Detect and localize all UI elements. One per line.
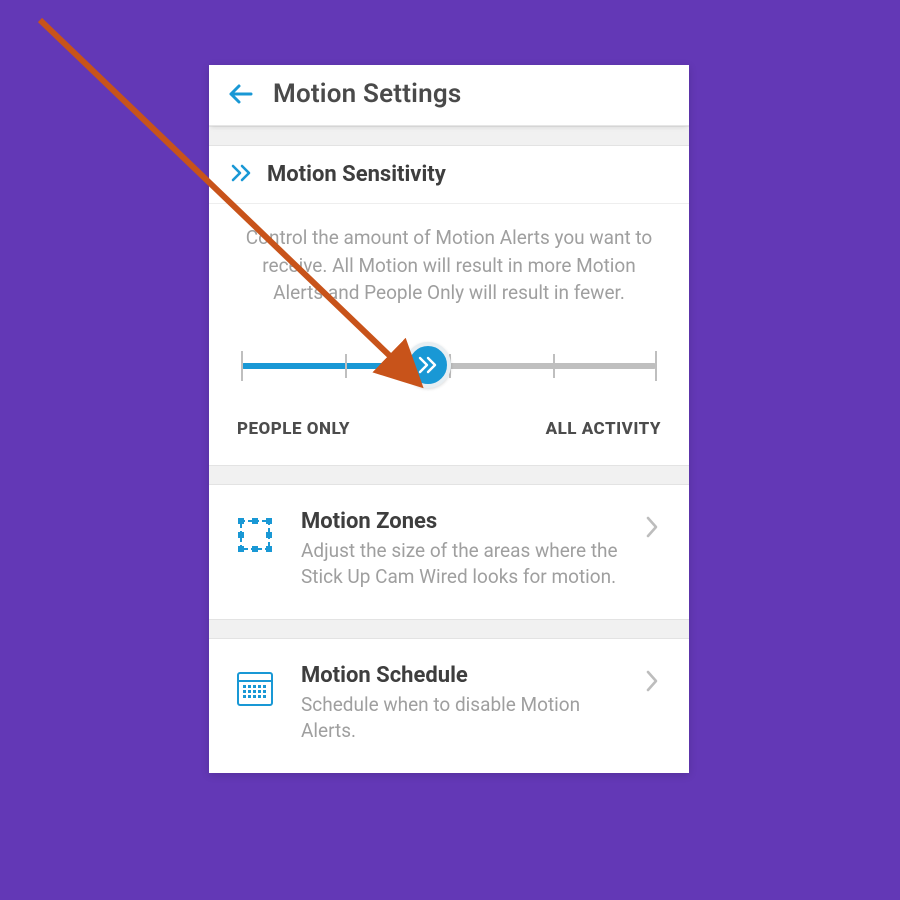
slider-track-fill [241, 363, 428, 369]
section-divider [209, 619, 689, 639]
motion-schedule-subtitle: Schedule when to disable Motion Alerts. [301, 692, 639, 745]
section-divider [209, 465, 689, 485]
zones-icon [233, 513, 277, 557]
motion-zones-title: Motion Zones [301, 509, 639, 534]
motion-sensitivity-section: Motion Sensitivity Control the amount of… [209, 146, 689, 465]
slider-max-label: ALL ACTIVITY [546, 419, 661, 439]
slider-tick [655, 351, 657, 381]
settings-screen: Motion Settings Motion Sensitivity Contr… [209, 65, 689, 773]
chevron-right-icon [645, 515, 659, 539]
sensitivity-slider[interactable] [241, 345, 657, 385]
slider-labels: PEOPLE ONLY ALL ACTIVITY [209, 403, 689, 465]
slider-tick [345, 354, 347, 378]
section-divider [209, 126, 689, 146]
motion-zones-subtitle: Adjust the size of the areas where the S… [301, 538, 639, 591]
back-arrow-icon [227, 82, 255, 106]
chevron-right-icon [645, 669, 659, 693]
motion-sensitivity-title: Motion Sensitivity [267, 162, 446, 187]
motion-zones-row[interactable]: Motion Zones Adjust the size of the area… [209, 485, 689, 619]
slider-thumb[interactable] [405, 342, 451, 388]
slider-tick [553, 354, 555, 378]
motion-sensitivity-header: Motion Sensitivity [209, 146, 689, 204]
motion-sensitivity-description: Control the amount of Motion Alerts you … [209, 204, 689, 315]
schedule-icon [233, 667, 277, 711]
double-chevron-icon [231, 164, 253, 186]
sensitivity-slider-container [209, 315, 689, 403]
motion-schedule-row[interactable]: Motion Schedule Schedule when to disable… [209, 639, 689, 773]
double-chevron-icon [417, 356, 439, 374]
slider-tick [241, 351, 243, 381]
motion-schedule-title: Motion Schedule [301, 663, 639, 688]
back-button[interactable] [227, 80, 255, 108]
slider-min-label: PEOPLE ONLY [237, 419, 350, 439]
page-title: Motion Settings [273, 79, 461, 109]
header-bar: Motion Settings [209, 65, 689, 126]
